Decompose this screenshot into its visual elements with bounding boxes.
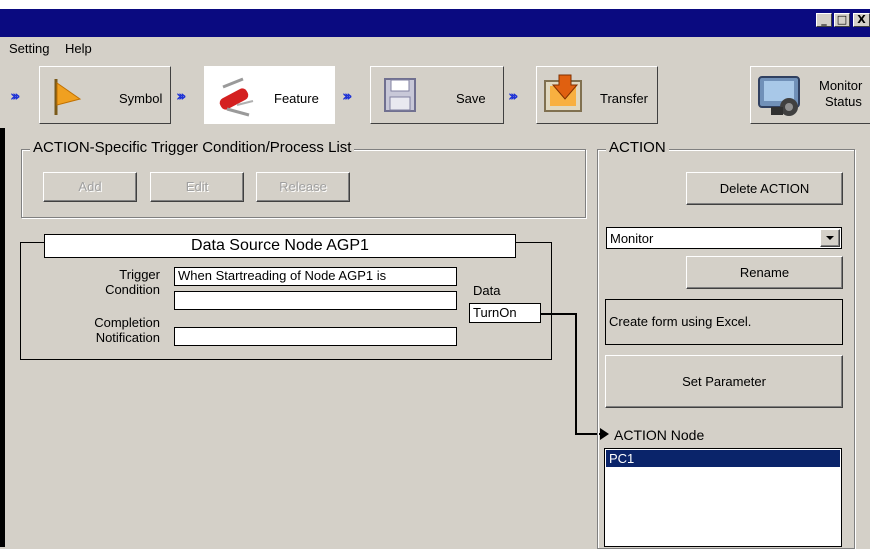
add-button[interactable]: Add <box>43 172 137 202</box>
monitor-status-label-1: Monitor <box>819 78 863 93</box>
delete-action-button[interactable]: Delete ACTION <box>686 172 843 205</box>
chevron-icon: ››› <box>342 87 352 105</box>
data-output-field: TurnOn <box>469 303 541 323</box>
connector-line <box>575 313 577 435</box>
floppy-disk-icon <box>384 78 416 112</box>
monitor-status-button[interactable]: Monitor Status <box>750 66 870 124</box>
trigger-condition-field[interactable]: When Startreading of Node AGP1 is <box>174 267 457 286</box>
dropdown-button[interactable] <box>820 229 840 247</box>
monitor-camera-icon <box>758 76 800 116</box>
close-button[interactable]: X <box>853 13 870 27</box>
step-save-label: Save <box>456 91 486 106</box>
data-label: Data <box>473 283 501 298</box>
data-source-node-title: Data Source Node AGP1 <box>44 234 516 258</box>
action-node-label: ACTION Node <box>614 427 705 443</box>
menu-setting[interactable]: Setting <box>9 41 49 56</box>
minimize-button[interactable]: _ <box>816 13 832 27</box>
chevron-icon: ››› <box>176 87 186 105</box>
release-button[interactable]: Release <box>256 172 350 202</box>
completion-label: Completion <box>94 315 160 330</box>
transfer-icon <box>544 74 582 112</box>
swiss-knife-icon <box>219 77 254 117</box>
maximize-button[interactable]: □ <box>834 13 850 27</box>
menu-help[interactable]: Help <box>65 41 92 56</box>
step-transfer-label: Transfer <box>600 91 648 106</box>
condition-label: Condition <box>105 282 160 297</box>
monitor-status-label-2: Status <box>825 94 862 109</box>
set-parameter-button[interactable]: Set Parameter <box>605 355 843 408</box>
action-description: Create form using Excel. <box>605 299 843 345</box>
action-select-value: Monitor <box>610 231 654 246</box>
action-group-title: ACTION <box>606 139 669 156</box>
chevron-down-icon <box>826 236 834 240</box>
chevron-icon: ››› <box>508 87 518 105</box>
completion-notification-field[interactable] <box>174 327 457 346</box>
step-symbol-label: Symbol <box>119 91 163 106</box>
edit-button[interactable]: Edit <box>150 172 244 202</box>
title-bar: _ □ X <box>0 9 870 37</box>
chevron-icon: ››› <box>10 87 20 105</box>
trigger-condition-title: ACTION-Specific Trigger Condition/Proces… <box>30 139 355 156</box>
action-select[interactable]: Monitor <box>606 227 842 249</box>
trigger-label: Trigger <box>119 267 160 282</box>
list-item[interactable]: PC1 <box>606 450 840 467</box>
left-border <box>0 128 5 547</box>
action-node-list[interactable]: PC1 <box>604 448 842 547</box>
trigger-condition-field-2[interactable] <box>174 291 457 310</box>
connector-line <box>541 313 577 315</box>
rename-button[interactable]: Rename <box>686 256 843 289</box>
notification-label: Notification <box>95 330 160 345</box>
step-feature-label: Feature <box>274 91 319 106</box>
flag-icon <box>54 79 82 115</box>
